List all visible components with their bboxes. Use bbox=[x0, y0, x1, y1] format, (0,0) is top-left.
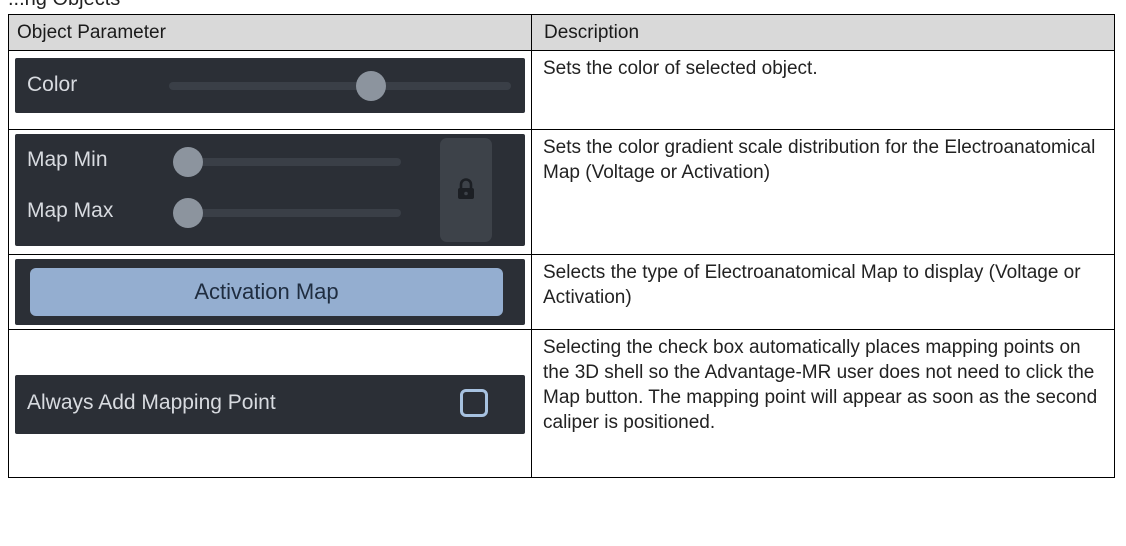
activation-map-button[interactable]: Activation Map bbox=[30, 268, 503, 316]
table-row: Map Min Map Max Sets the color gradient bbox=[8, 129, 1115, 255]
table-row: Activation Map Selects the type of Elect… bbox=[8, 254, 1115, 330]
map-type-panel: Activation Map bbox=[15, 259, 525, 325]
always-add-mapping-point-label: Always Add Mapping Point bbox=[27, 391, 276, 414]
lock-icon bbox=[458, 178, 474, 199]
mapping-point-widget-cell: Always Add Mapping Point bbox=[8, 329, 532, 478]
column-header-object-parameter: Object Parameter bbox=[8, 14, 532, 51]
map-min-slider-track[interactable] bbox=[173, 147, 401, 177]
color-slider-knob[interactable] bbox=[356, 71, 387, 101]
row-description: Sets the color gradient scale distributi… bbox=[531, 129, 1115, 255]
color-slider-label: Color bbox=[27, 73, 78, 96]
table-row: Color Sets the color of selected object. bbox=[8, 50, 1115, 130]
map-range-widget-cell: Map Min Map Max bbox=[8, 129, 532, 255]
map-range-panel: Map Min Map Max bbox=[15, 134, 525, 246]
map-type-widget-cell: Activation Map bbox=[8, 254, 532, 330]
object-parameter-table: Object Parameter Description Color Sets … bbox=[8, 14, 1115, 478]
table-header-row: Object Parameter Description bbox=[8, 14, 1115, 51]
map-min-slider-knob[interactable] bbox=[173, 147, 203, 177]
map-max-slider-track[interactable] bbox=[173, 198, 401, 228]
mapping-point-panel: Always Add Mapping Point bbox=[15, 375, 525, 434]
row-description: Selecting the check box automatically pl… bbox=[531, 329, 1115, 478]
always-add-mapping-point-checkbox[interactable] bbox=[460, 389, 488, 417]
lock-range-button[interactable] bbox=[440, 138, 492, 242]
color-widget-cell: Color bbox=[8, 50, 532, 130]
color-slider-panel: Color bbox=[15, 58, 525, 113]
column-header-description: Description bbox=[531, 14, 1115, 51]
section-heading-fragment: ...ng Objects bbox=[8, 0, 120, 11]
row-description: Sets the color of selected object. bbox=[531, 50, 1115, 130]
map-max-label: Map Max bbox=[27, 199, 114, 222]
color-slider-track[interactable] bbox=[169, 71, 511, 101]
map-max-slider-knob[interactable] bbox=[173, 198, 203, 228]
map-min-label: Map Min bbox=[27, 148, 108, 171]
row-description: Selects the type of Electroanatomical Ma… bbox=[531, 254, 1115, 330]
table-row: Always Add Mapping Point Selecting the c… bbox=[8, 329, 1115, 478]
